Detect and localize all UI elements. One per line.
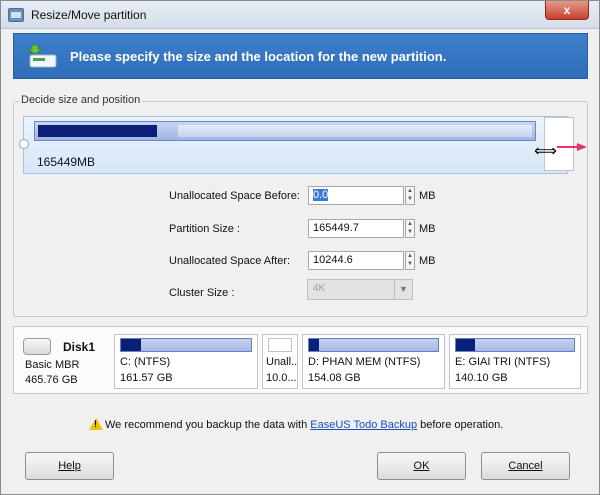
chevron-down-icon[interactable]: ▼ xyxy=(394,280,412,299)
partition-capacity: 140.10 GB xyxy=(455,372,508,384)
unallocated-after-spinner[interactable]: ▲ ▼ xyxy=(405,251,415,270)
partition-usage-bar xyxy=(455,338,575,352)
easeus-backup-link[interactable]: EaseUS Todo Backup xyxy=(310,419,417,431)
cancel-button[interactable]: Cancel xyxy=(481,452,570,480)
partition-size-spinner[interactable]: ▲ ▼ xyxy=(405,219,415,238)
notice-prefix: We recommend you backup the data with xyxy=(105,419,311,431)
unallocated-before-spinner[interactable]: ▲ ▼ xyxy=(405,186,415,205)
partition-capacity: 161.57 GB xyxy=(120,372,173,384)
partition-capacity: 154.08 GB xyxy=(308,372,361,384)
partition-size-unit: MB xyxy=(419,223,436,235)
backup-notice: We recommend you backup the data with Ea… xyxy=(89,416,503,431)
banner-text: Please specify the size and the location… xyxy=(70,49,447,64)
unallocated-before-unit: MB xyxy=(419,190,436,202)
partition-size-label: 165449MB xyxy=(37,155,96,169)
partition-size-input[interactable]: 165449.7 xyxy=(308,219,404,238)
partition-name: E: GIAI TRI (NTFS) xyxy=(455,356,551,368)
partition-usage-bar xyxy=(268,338,292,352)
partition-usage-fill xyxy=(456,339,475,351)
hard-disk-icon xyxy=(23,338,51,355)
partition-bar[interactable] xyxy=(34,121,536,141)
partition-resize-icon xyxy=(26,44,57,68)
resize-cursor-icon: ⟺ xyxy=(534,143,557,160)
partition-d[interactable]: D: PHAN MEM (NTFS) 154.08 GB xyxy=(302,334,445,389)
partition-name: D: PHAN MEM (NTFS) xyxy=(308,356,421,368)
unallocated-before-label: Unallocated Space Before: xyxy=(169,190,300,202)
disk-size: 465.76 GB xyxy=(25,374,78,386)
partition-usage-bar xyxy=(308,338,439,352)
drag-right-arrow-icon xyxy=(557,143,587,151)
partition-c[interactable]: C: (NTFS) 161.57 GB xyxy=(114,334,258,389)
ok-button[interactable]: OK xyxy=(377,452,466,480)
partition-name: Unall... xyxy=(266,356,298,368)
resize-move-dialog: Resize/Move partition x Please specify t… xyxy=(0,0,600,495)
cluster-size-select[interactable]: 4K ▼ xyxy=(307,279,413,300)
partition-capacity: 10.0... xyxy=(266,372,297,384)
disk-type: Basic MBR xyxy=(25,359,80,371)
used-space-fill xyxy=(38,125,157,137)
unallocated-after-unit: MB xyxy=(419,255,436,267)
instruction-banner: Please specify the size and the location… xyxy=(13,33,588,79)
partition-unallocated[interactable]: Unall... 10.0... xyxy=(262,334,298,389)
warning-icon xyxy=(89,418,103,430)
partition-usage-fill xyxy=(309,339,319,351)
partition-e[interactable]: E: GIAI TRI (NTFS) 140.10 GB xyxy=(449,334,581,389)
notice-suffix: before operation. xyxy=(417,419,504,431)
cluster-size-value: 4K xyxy=(313,283,326,294)
partition-size-label-text: Partition Size : xyxy=(169,223,240,235)
partition-usage-bar xyxy=(120,338,252,352)
unallocated-after-input[interactable]: 10244.6 xyxy=(308,251,404,270)
window-title: Resize/Move partition xyxy=(31,8,147,22)
partition-name: C: (NTFS) xyxy=(120,356,171,368)
unallocated-after-label: Unallocated Space After: xyxy=(169,255,291,267)
cluster-size-label: Cluster Size : xyxy=(169,287,235,299)
partition-usage-fill xyxy=(121,339,141,351)
title-bar[interactable]: Resize/Move partition x xyxy=(1,1,599,29)
unallocated-before-input[interactable]: 0.0 xyxy=(308,186,404,205)
free-space-fill xyxy=(178,125,532,137)
partition-app-icon xyxy=(8,8,24,22)
group-label: Decide size and position xyxy=(19,94,143,106)
help-button[interactable]: Help xyxy=(25,452,114,480)
close-button[interactable]: x xyxy=(545,1,589,20)
disk-name: Disk1 xyxy=(63,340,96,354)
left-resize-handle[interactable] xyxy=(19,139,29,149)
disk-info[interactable]: Disk1 Basic MBR 465.76 GB xyxy=(23,338,113,390)
